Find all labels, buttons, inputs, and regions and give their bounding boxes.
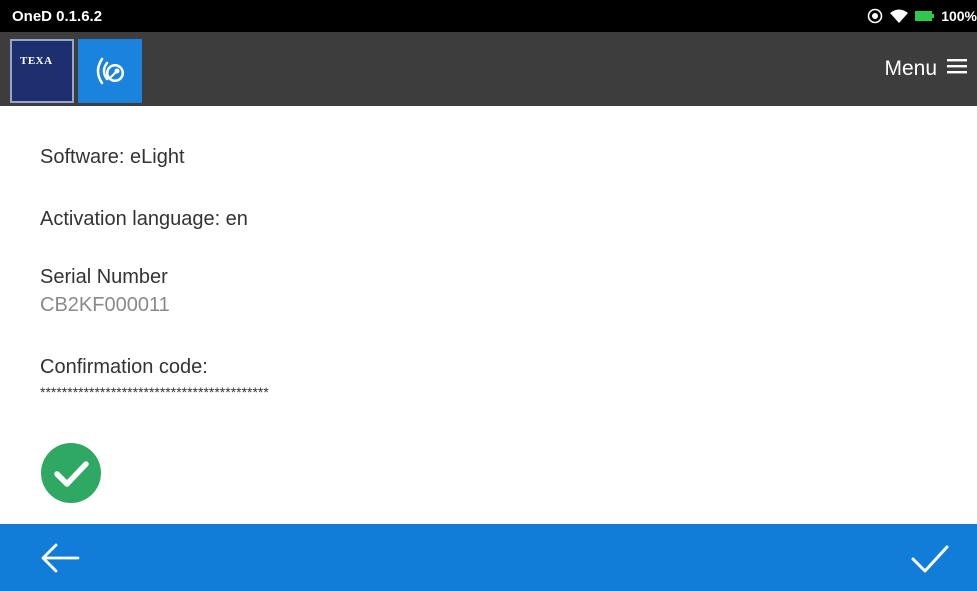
back-arrow-icon xyxy=(36,543,84,582)
hamburger-menu-icon xyxy=(947,57,969,81)
menu-label: Menu xyxy=(884,57,937,80)
confirmation-code-label: Confirmation code: xyxy=(40,356,208,378)
bottom-action-bar xyxy=(0,524,977,591)
confirmation-code-value: ****************************************… xyxy=(40,384,269,400)
status-bar: OneD 0.1.6.2 100% xyxy=(0,0,977,32)
confirm-button[interactable] xyxy=(905,538,953,578)
wifi-icon xyxy=(889,8,909,24)
texa-logo-text: TEXA xyxy=(20,55,53,67)
location-icon xyxy=(867,8,883,24)
activation-language-text: Activation language: en xyxy=(40,208,248,230)
app-logo-icon xyxy=(78,39,142,103)
back-button[interactable] xyxy=(36,538,84,578)
texa-logo: TEXA xyxy=(10,39,74,103)
battery-percent: 100% xyxy=(941,8,977,24)
success-check-icon xyxy=(41,443,101,503)
app-header: TEXA Menu xyxy=(0,32,977,106)
status-icons: 100% xyxy=(867,8,977,24)
serial-number-value: CB2KF000011 xyxy=(40,294,170,316)
software-text: Software: eLight xyxy=(40,146,185,168)
menu-button[interactable]: Menu xyxy=(884,53,969,85)
confirm-check-icon xyxy=(905,545,953,582)
app-version: OneD 0.1.6.2 xyxy=(12,7,103,25)
serial-number-label: Serial Number xyxy=(40,266,168,288)
battery-icon xyxy=(915,10,935,22)
